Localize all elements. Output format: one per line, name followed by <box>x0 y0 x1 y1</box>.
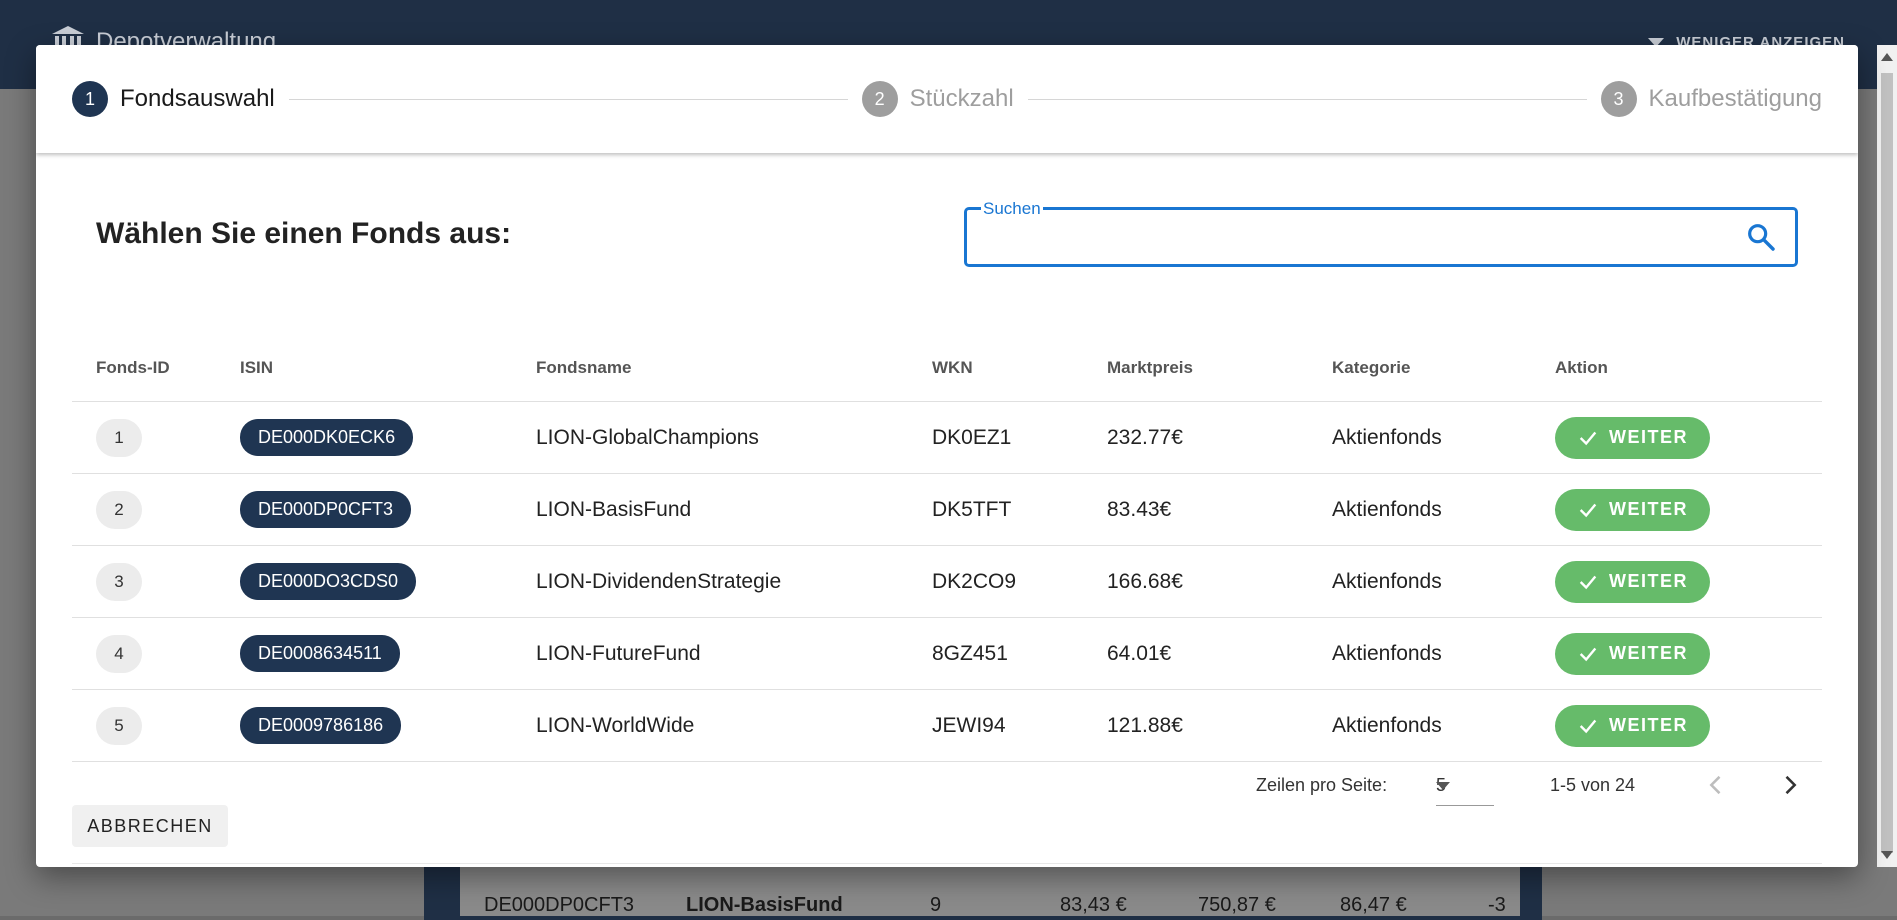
weiter-label: WEITER <box>1609 643 1688 663</box>
isin-chip: DE000DP0CFT3 <box>240 491 412 528</box>
fund-name: LION-GlobalChampions <box>536 401 932 474</box>
category: Aktienfonds <box>1332 545 1555 618</box>
column-header-wkn: WKN <box>932 335 1107 402</box>
category: Aktienfonds <box>1332 401 1555 474</box>
search-field[interactable]: Suchen <box>964 199 1798 267</box>
step-label: Fondsauswahl <box>120 85 275 112</box>
bg-qty: 9 <box>930 894 942 916</box>
bg-other: 86,47 € <box>1340 894 1407 916</box>
fund-id-chip: 1 <box>96 418 142 457</box>
search-icon[interactable] <box>1745 221 1777 253</box>
category: Aktienfonds <box>1332 617 1555 690</box>
weiter-button[interactable]: WEITER <box>1555 416 1710 459</box>
column-header-fonds-id: Fonds-ID <box>72 335 240 402</box>
fund-id-chip: 2 <box>96 490 142 529</box>
check-icon <box>1579 575 1597 589</box>
step-number: 1 <box>72 81 108 117</box>
weiter-button[interactable]: WEITER <box>1555 632 1710 675</box>
chevron-right-icon[interactable] <box>1776 771 1804 799</box>
wkn: DK0EZ1 <box>932 401 1107 474</box>
isin-chip: DE0008634511 <box>240 635 400 672</box>
market-price: 83.43€ <box>1107 473 1332 546</box>
check-icon <box>1579 503 1597 517</box>
step-fund-selection: 1 Fondsauswahl <box>72 81 275 117</box>
isin-chip: DE000DO3CDS0 <box>240 563 417 600</box>
fund-name: LION-BasisFund <box>536 473 932 546</box>
search-label: Suchen <box>981 199 1043 219</box>
pagination: Zeilen pro Seite: 5 1-5 von 24 <box>1256 765 1856 806</box>
step-number: 3 <box>1600 81 1637 117</box>
column-header-fondsname: Fondsname <box>536 335 932 402</box>
scroll-up-icon[interactable] <box>1881 53 1893 61</box>
fund-id-chip: 3 <box>96 562 142 601</box>
cancel-button[interactable]: ABBRECHEN <box>72 805 228 847</box>
search-input[interactable] <box>981 224 1745 254</box>
scroll-down-icon[interactable] <box>1881 851 1893 859</box>
weiter-label: WEITER <box>1609 571 1688 591</box>
bg-isin: DE000DP0CFT3 <box>484 894 635 916</box>
bg-name: LION-BasisFund <box>686 894 843 916</box>
dialog-heading: Wählen Sie einen Fonds aus: <box>96 217 512 250</box>
table-row: 4 DE0008634511 LION-FutureFund 8GZ451 64… <box>72 617 1822 690</box>
weiter-button[interactable]: WEITER <box>1555 560 1710 603</box>
table-row: 3 DE000DO3CDS0 LION-DividendenStrategie … <box>72 545 1822 618</box>
category: Aktienfonds <box>1332 689 1555 762</box>
fund-name: LION-WorldWide <box>536 689 932 762</box>
fund-id-chip: 4 <box>96 634 142 673</box>
check-icon <box>1579 719 1597 733</box>
step-number: 2 <box>861 81 898 117</box>
market-price: 166.68€ <box>1107 545 1332 618</box>
wkn: 8GZ451 <box>932 617 1107 690</box>
wkn: DK5TFT <box>932 473 1107 546</box>
bg-diff: -3 <box>1488 894 1506 916</box>
column-header-kategorie: Kategorie <box>1332 335 1555 402</box>
category: Aktienfonds <box>1332 473 1555 546</box>
step-purchase-confirmation: 3 Kaufbestätigung <box>1600 81 1822 117</box>
step-connector <box>288 98 848 100</box>
rows-per-page-select[interactable]: 5 <box>1436 765 1494 806</box>
market-price: 64.01€ <box>1107 617 1332 690</box>
fund-table: Fonds-ID ISIN Fondsname WKN Marktpreis K… <box>72 335 1822 762</box>
step-label: Stückzahl <box>909 85 1014 112</box>
fund-name: LION-FutureFund <box>536 617 932 690</box>
divider <box>72 863 1822 864</box>
column-header-marktpreis: Marktpreis <box>1107 335 1332 402</box>
fund-id-chip: 5 <box>96 706 142 745</box>
weiter-label: WEITER <box>1609 499 1688 519</box>
wkn: JEWI94 <box>932 689 1107 762</box>
page-scrollbar[interactable] <box>1877 45 1897 867</box>
fund-name: LION-DividendenStrategie <box>536 545 932 618</box>
check-icon <box>1579 647 1597 661</box>
table-row: 1 DE000DK0ECK6 LION-GlobalChampions DK0E… <box>72 401 1822 474</box>
bg-value: 750,87 € <box>1198 894 1276 916</box>
fund-purchase-dialog: 1 Fondsauswahl 2 Stückzahl 3 Kaufbestäti… <box>36 45 1858 867</box>
table-header-row: Fonds-ID ISIN Fondsname WKN Marktpreis K… <box>72 335 1822 402</box>
weiter-button[interactable]: WEITER <box>1555 488 1710 531</box>
chevron-left-icon[interactable] <box>1702 771 1730 799</box>
bg-price: 83,43 € <box>1060 894 1127 916</box>
table-row: 5 DE0009786186 LION-WorldWide JEWI94 121… <box>72 689 1822 762</box>
market-price: 121.88€ <box>1107 689 1332 762</box>
table-row: 2 DE000DP0CFT3 LION-BasisFund DK5TFT 83.… <box>72 473 1822 546</box>
rows-per-page-label: Zeilen pro Seite: <box>1256 775 1388 795</box>
column-header-isin: ISIN <box>240 335 536 402</box>
column-header-aktion: Aktion <box>1555 335 1822 402</box>
background-table-row: DE000DP0CFT3 LION-BasisFund 9 83,43 € 75… <box>460 866 1520 916</box>
step-quantity: 2 Stückzahl <box>861 81 1014 117</box>
weiter-label: WEITER <box>1609 715 1688 735</box>
isin-chip: DE0009786186 <box>240 707 402 744</box>
isin-chip: DE000DK0ECK6 <box>240 419 414 456</box>
page-range: 1-5 von 24 <box>1550 775 1636 795</box>
dropdown-arrow-icon <box>1436 782 1450 790</box>
weiter-button[interactable]: WEITER <box>1555 704 1710 747</box>
wkn: DK2CO9 <box>932 545 1107 618</box>
weiter-label: WEITER <box>1609 427 1688 447</box>
scrollbar-thumb[interactable] <box>1881 73 1893 853</box>
step-label: Kaufbestätigung <box>1648 85 1822 112</box>
market-price: 232.77€ <box>1107 401 1332 474</box>
check-icon <box>1579 431 1597 445</box>
step-connector <box>1027 98 1587 100</box>
stepper: 1 Fondsauswahl 2 Stückzahl 3 Kaufbestäti… <box>36 45 1858 153</box>
